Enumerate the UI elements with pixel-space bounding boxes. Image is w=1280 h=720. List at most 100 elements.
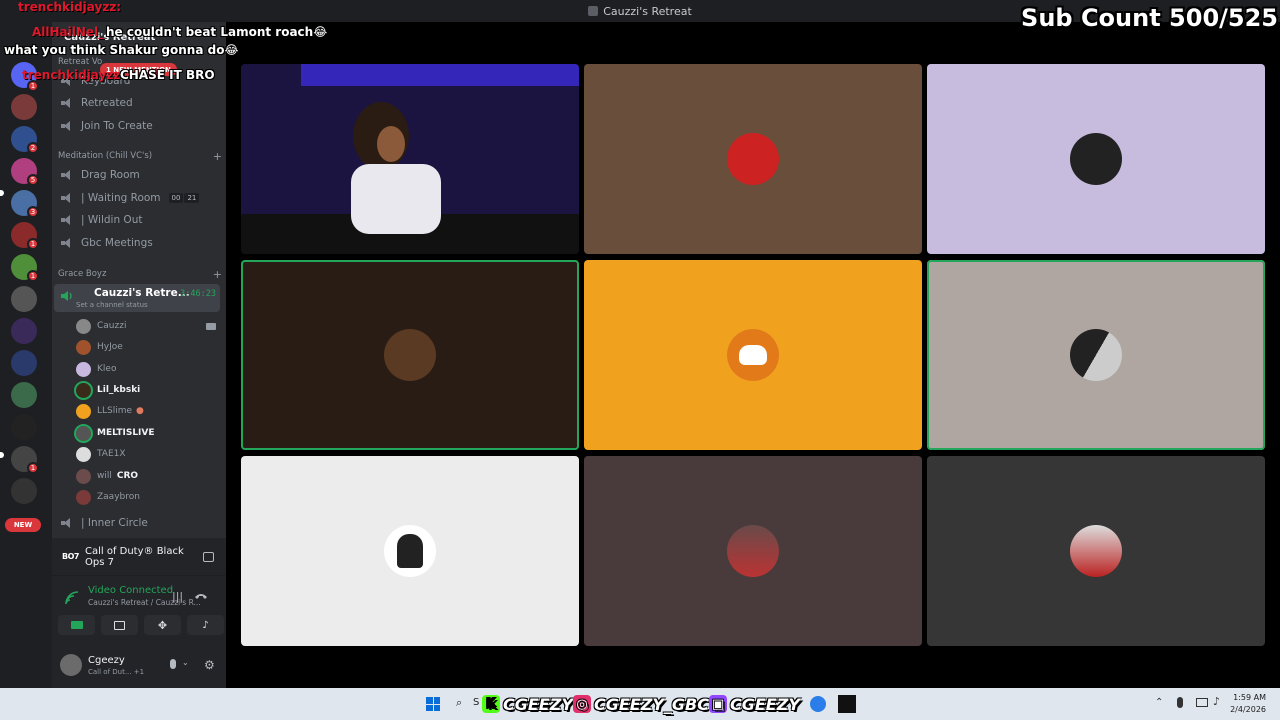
voice-member[interactable]: LLSlime ● [76, 401, 216, 421]
server-badge: 1 [27, 238, 39, 250]
voice-channel-drag-room[interactable]: Drag Room [56, 165, 222, 185]
username[interactable]: Cgeezy [88, 655, 125, 666]
chat-username: trenchkidjayzz: [22, 68, 126, 82]
activity-title: Call of Duty® Black Ops 7 [84, 545, 184, 568]
server-icon[interactable] [11, 350, 37, 376]
voice-member[interactable]: TAE1X [76, 444, 216, 464]
voice-member[interactable]: Zaaybron [76, 487, 216, 507]
activities-button[interactable]: ✥ [144, 615, 181, 635]
clock-time: 1:59 AM [1233, 693, 1266, 702]
camera-icon [70, 621, 83, 629]
kick-handle: K CGEEZY [482, 693, 573, 715]
video-tile[interactable] [584, 64, 922, 254]
clock[interactable]: 1:59 AM 2/4/2026 [1230, 692, 1266, 716]
add-channel-icon[interactable]: + [213, 150, 222, 163]
video-tile[interactable] [241, 260, 579, 450]
twitch-icon: ▣ [709, 695, 727, 713]
new-badge[interactable]: NEW [5, 518, 41, 532]
video-tile[interactable] [927, 456, 1265, 646]
voice-member[interactable]: will CRO [76, 466, 216, 486]
signal-icon [65, 591, 79, 605]
user-avatar[interactable] [60, 654, 82, 676]
voice-channel-retreated[interactable]: Retreated [56, 93, 222, 113]
taskbar-search[interactable]: S [473, 697, 479, 708]
voice-channel-join-to-create[interactable]: Join To Create [56, 116, 222, 136]
video-tile[interactable] [584, 456, 922, 646]
server-badge: 1 [27, 462, 39, 474]
clan-tag: CRO [116, 471, 139, 481]
voice-channel-wildin-out[interactable]: | Wildin Out [56, 210, 222, 230]
search-icon[interactable]: ⌕ [456, 696, 462, 710]
microphone-icon[interactable] [170, 659, 176, 669]
participant-avatar [1070, 133, 1122, 185]
chevron-down-icon[interactable]: ⌄ [182, 658, 189, 667]
video-tile[interactable] [241, 456, 579, 646]
microphone-icon[interactable] [1177, 697, 1183, 708]
windows-start-icon[interactable] [426, 697, 440, 711]
avatar [76, 446, 91, 462]
speaker-icon [61, 193, 73, 203]
screen: Cauzzi's Retreat 1 2 5 3 1 1 1 NEW Cauzz… [0, 0, 1280, 720]
video-tile-camera[interactable] [241, 64, 579, 254]
kick-icon: K [482, 695, 500, 713]
server-icon[interactable] [11, 318, 37, 344]
share-screen-icon[interactable] [202, 551, 214, 562]
voice-member[interactable]: Cauzzi [76, 316, 216, 336]
active-channel-name: Cauzzi's Retre... [94, 287, 190, 299]
noise-suppression-icon[interactable]: ||| [172, 590, 183, 603]
voice-channel-gbc-meetings[interactable]: Gbc Meetings [56, 233, 222, 253]
chat-message: what you think Shakur gonna do😂 [4, 43, 239, 57]
video-tile[interactable] [927, 64, 1265, 254]
video-tile[interactable] [927, 260, 1265, 450]
disconnect-icon[interactable] [194, 591, 208, 601]
voice-member[interactable]: Lil_kbski [74, 380, 216, 400]
instagram-handle: ◎ CGEEZY_GBC [573, 693, 709, 715]
voice-member[interactable]: HyJoe [76, 337, 216, 357]
voice-channel-waiting-room[interactable]: | Waiting Room 00 21 [56, 188, 222, 208]
network-icon[interactable] [1196, 698, 1208, 707]
category-grace-boyz[interactable]: Grace Boyz + [58, 266, 222, 282]
voice-channel-inner-circle[interactable]: | Inner Circle [56, 513, 222, 533]
chat-message: he couldn't beat Lamont roach😂 [106, 25, 328, 39]
video-grid [226, 22, 1280, 688]
instagram-icon: ◎ [573, 695, 591, 713]
avatar [76, 361, 91, 377]
channel-status[interactable]: Set a channel status [76, 301, 148, 309]
participant-avatar [727, 133, 779, 185]
server-icon[interactable] [11, 94, 37, 120]
camera-button[interactable] [58, 615, 95, 635]
chevron-up-icon[interactable]: ⌃ [1155, 697, 1163, 708]
call-of-duty-icon[interactable] [838, 695, 856, 713]
unread-pill [0, 452, 4, 458]
user-panel: BO7 Call of Duty® Black Ops 7 Video Conn… [52, 538, 226, 688]
activity-card[interactable]: BO7 Call of Duty® Black Ops 7 [52, 538, 226, 576]
speaker-icon [61, 518, 73, 528]
participant-avatar [384, 329, 436, 381]
add-channel-icon[interactable]: + [213, 268, 222, 281]
clock-date: 2/4/2026 [1230, 705, 1266, 714]
server-icon[interactable] [11, 414, 37, 440]
volume-icon[interactable]: ♪ [1213, 695, 1220, 708]
server-icon[interactable] [11, 382, 37, 408]
participant-avatar [1070, 525, 1122, 577]
app-icon[interactable] [810, 696, 826, 712]
game-logo: BO7 [62, 552, 79, 561]
speaker-icon [61, 121, 73, 131]
settings-icon[interactable]: ⚙ [204, 658, 215, 672]
category-meditation[interactable]: Meditation (Chill VC's) + [58, 148, 222, 164]
chat-message: CHASE IT BRO [120, 68, 215, 82]
voice-location[interactable]: Cauzzi's Retreat / Cauzzi's R... [88, 598, 201, 607]
soundboard-button[interactable]: ♪ [187, 615, 224, 635]
voice-status[interactable]: Video Connected [88, 585, 173, 596]
server-icon[interactable] [11, 286, 37, 312]
voice-member[interactable]: MELTISLIVE [74, 423, 216, 443]
participant-avatar [384, 525, 436, 577]
discord-logo-icon [739, 345, 767, 365]
active-voice-channel[interactable]: Cauzzi's Retre... 3:46:23 Set a channel … [54, 284, 220, 312]
activities-icon: ✥ [157, 618, 168, 632]
server-icon[interactable] [11, 478, 37, 504]
video-tile[interactable] [584, 260, 922, 450]
voice-member[interactable]: Kleo [76, 359, 216, 379]
screen-share-button[interactable] [101, 615, 138, 635]
server-badge: 1 [27, 270, 39, 282]
